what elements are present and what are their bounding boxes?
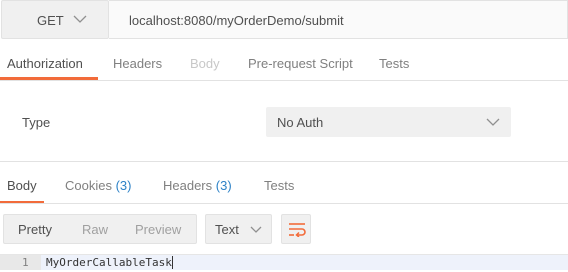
format-value: Text (215, 222, 239, 237)
tab-response-body[interactable]: Body (7, 178, 37, 193)
request-bar: GET localhost:8080/myOrderDemo/submit (0, 0, 568, 40)
request-tabs: Authorization Headers Body Pre-request S… (0, 46, 568, 82)
tab-label: Body (7, 178, 37, 193)
url-input[interactable]: localhost:8080/myOrderDemo/submit (109, 0, 568, 39)
tab-label: Tests (264, 178, 295, 193)
method-select[interactable]: GET (1, 0, 109, 39)
divider (0, 80, 568, 81)
tab-cookies[interactable]: Cookies (3) (65, 178, 131, 193)
chevron-down-icon (250, 226, 262, 233)
line-number: 1 (22, 256, 29, 269)
tab-headers[interactable]: Headers (113, 56, 162, 71)
headers-count: (3) (215, 178, 232, 193)
preview-button[interactable]: Preview (135, 222, 181, 237)
response-text: MyOrderCallableTask (46, 256, 172, 269)
tab-pre-request-script[interactable]: Pre-request Script (248, 56, 353, 71)
tab-authorization[interactable]: Authorization (7, 56, 83, 71)
line-gutter: 1 (0, 255, 41, 270)
auth-type-select[interactable]: No Auth (266, 107, 511, 137)
chevron-down-icon (73, 15, 87, 23)
tab-response-tests[interactable]: Tests (264, 178, 294, 193)
auth-type-label: Type (22, 115, 51, 130)
view-mode-group: Pretty Raw Preview (3, 214, 197, 244)
tab-response-headers[interactable]: Headers (3) (163, 178, 232, 193)
divider (0, 161, 568, 162)
response-code-line[interactable]: 1 MyOrderCallableTask (0, 254, 568, 270)
text-caret (172, 256, 173, 269)
cookies-count: (3) (115, 178, 132, 193)
divider (0, 203, 568, 204)
auth-type-value: No Auth (277, 115, 324, 130)
chevron-down-icon (486, 118, 500, 126)
tab-body[interactable]: Body (190, 56, 220, 71)
url-text: localhost:8080/myOrderDemo/submit (129, 13, 344, 28)
method-label: GET (37, 13, 64, 28)
format-select[interactable]: Text (205, 214, 272, 244)
tab-tests[interactable]: Tests (379, 56, 409, 71)
pretty-button[interactable]: Pretty (18, 222, 52, 237)
tab-label: Cookies (65, 178, 112, 193)
raw-button[interactable]: Raw (82, 222, 108, 237)
wrap-lines-icon (289, 223, 306, 237)
tab-label: Headers (163, 178, 213, 193)
wrap-lines-button[interactable] (281, 214, 311, 244)
response-tabs: Body Cookies (3) Headers (3) Tests (0, 168, 568, 204)
